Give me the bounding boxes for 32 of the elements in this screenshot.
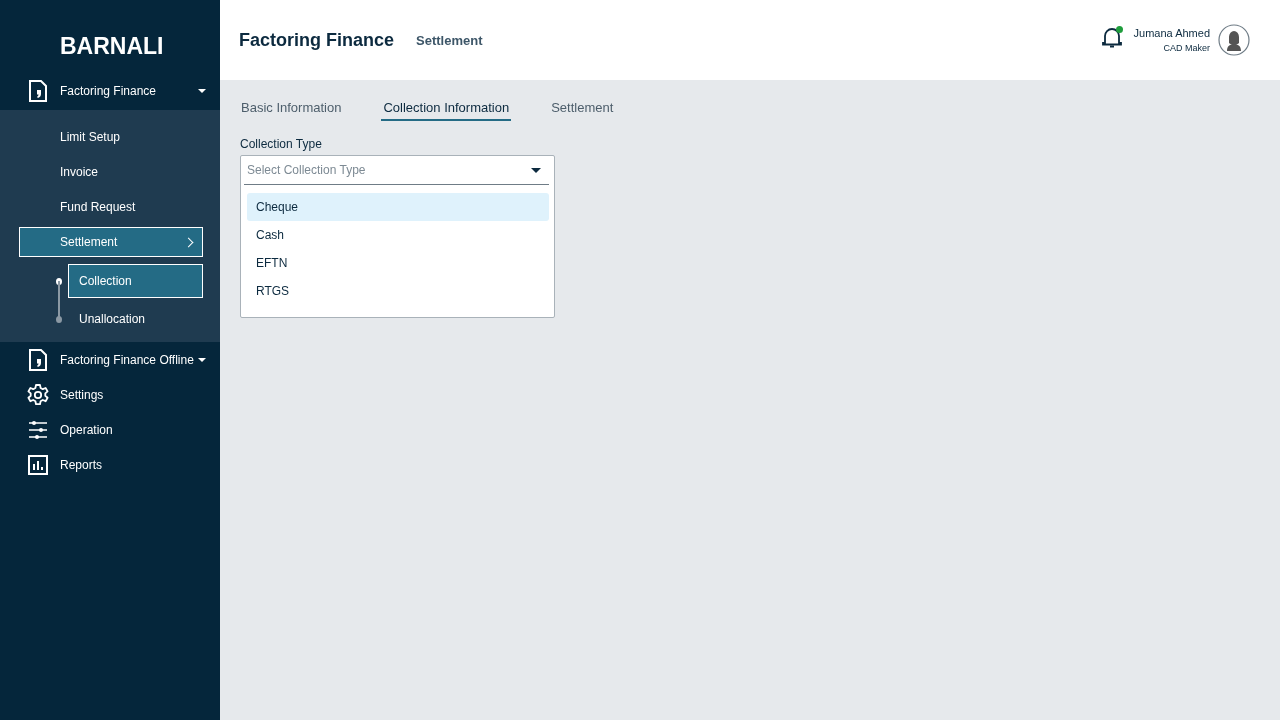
sliders-icon	[28, 419, 48, 440]
tab[interactable]: Collection Information	[381, 100, 512, 121]
collection-type-select[interactable]: Select Collection Type	[244, 156, 549, 185]
submenu-item[interactable]: Unallocation	[68, 302, 203, 336]
settings-icon	[26, 382, 50, 407]
avatar-icon[interactable]	[1218, 24, 1250, 56]
breadcrumb: Settlement	[416, 32, 483, 48]
dropdown-option[interactable]: Cash	[247, 221, 549, 249]
submenu-item[interactable]: Invoice	[19, 157, 203, 187]
tab[interactable]: Basic Information	[239, 100, 344, 121]
sidebar-item[interactable]: Factoring Finance	[0, 72, 220, 110]
sidebar-item[interactable]: Operation	[0, 412, 220, 447]
brand-logo: BARNALI	[59, 32, 165, 61]
tab[interactable]: Settlement	[549, 100, 616, 121]
dropdown-option[interactable]: Cheque	[247, 193, 549, 221]
submenu-item[interactable]: Fund Request	[19, 192, 203, 222]
submenu-item[interactable]: Limit Setup	[19, 122, 203, 152]
submenu-item[interactable]: Settlement	[19, 227, 203, 257]
field-label: Collection Type	[240, 137, 323, 151]
sidebar-item[interactable]: Settings	[0, 377, 220, 412]
document-icon	[28, 348, 48, 371]
user-role: CAD Maker	[1163, 43, 1210, 53]
dropdown-option[interactable]: EFTN	[247, 249, 549, 277]
chart-icon	[28, 454, 48, 475]
sidebar-item[interactable]: Factoring Finance Offline	[0, 342, 220, 377]
document-icon	[28, 80, 48, 102]
page-title: Factoring Finance	[239, 29, 395, 51]
submenu-item[interactable]: Collection	[68, 264, 203, 298]
dropdown-option[interactable]: RTGS	[247, 277, 549, 305]
user-name: Jumana Ahmed	[1133, 27, 1210, 39]
sidebar-item[interactable]: Reports	[0, 447, 220, 482]
dot-icon	[56, 277, 62, 285]
